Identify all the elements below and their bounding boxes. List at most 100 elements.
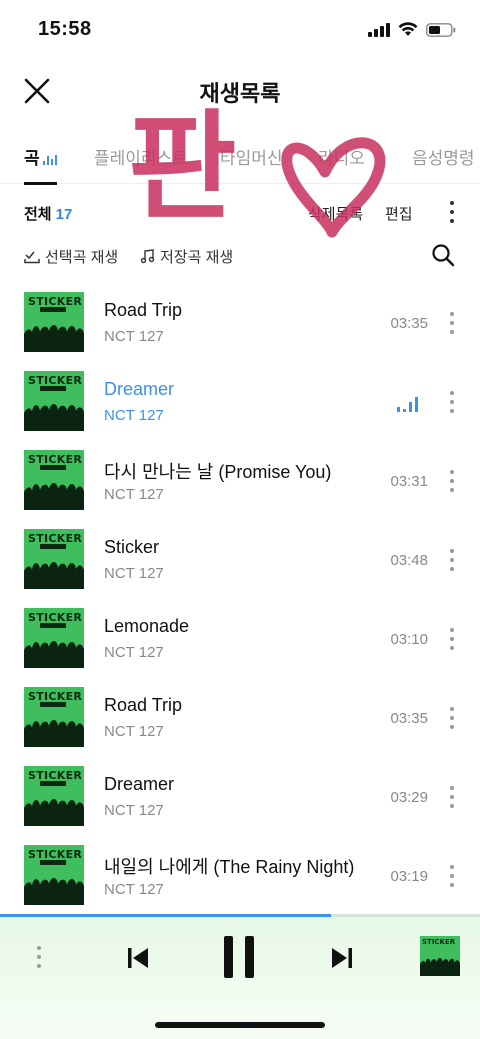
- cover-subtitle-bar: [40, 623, 66, 628]
- play-selected-button[interactable]: 선택곡 재생: [24, 246, 118, 267]
- tab-active-indicator: [24, 182, 57, 185]
- cover-crowd: [24, 325, 84, 352]
- song-row[interactable]: STICKER Road Trip NCT 127 03:35: [0, 288, 480, 367]
- song-artist: NCT 127: [104, 407, 164, 424]
- album-cover: STICKER: [24, 292, 84, 352]
- song-duration: 03:10: [390, 631, 428, 648]
- header: 재생목록: [0, 62, 480, 118]
- song-duration: 03:35: [390, 710, 428, 727]
- status-bar: 15:58: [0, 0, 480, 60]
- play-saved-button[interactable]: 저장곡 재생: [140, 246, 233, 267]
- total-count: 17: [55, 206, 73, 223]
- song-title: Road Trip: [104, 695, 183, 715]
- song-title: Dreamer: [104, 379, 175, 399]
- pause-icon[interactable]: [222, 936, 256, 978]
- cover-crowd: [24, 878, 84, 905]
- song-row[interactable]: STICKER 내일의 나에게 (The Rainy Night) NCT 127 0…: [0, 841, 480, 920]
- song-more-icon[interactable]: [449, 865, 455, 887]
- song-duration: 03:48: [390, 552, 428, 569]
- search-icon[interactable]: [430, 242, 456, 268]
- song-more-icon[interactable]: [449, 707, 455, 729]
- equalizer-icon: [42, 154, 57, 165]
- next-icon[interactable]: [330, 946, 354, 970]
- song-title: Dreamer: [104, 774, 175, 794]
- song-row[interactable]: STICKER Dreamer NCT 127: [0, 367, 480, 446]
- song-row[interactable]: STICKER Dreamer NCT 127 03:29: [0, 762, 480, 841]
- song-duration: 03:35: [390, 315, 428, 332]
- song-more-icon[interactable]: [449, 786, 455, 808]
- song-more-icon[interactable]: [449, 549, 455, 571]
- song-duration: 03:31: [390, 473, 428, 490]
- cover-subtitle-bar: [40, 781, 66, 786]
- song-duration: 03:19: [390, 868, 428, 885]
- tab-label: 플레이리스트: [94, 149, 188, 168]
- tab-label: 곡: [24, 149, 40, 168]
- check-download-icon: [24, 251, 40, 263]
- cover-crowd: [24, 562, 84, 589]
- album-cover: STICKER: [24, 608, 84, 668]
- cover-crowd: [24, 799, 84, 826]
- signal-icon: [368, 22, 390, 37]
- total-count-label: 전체 17: [24, 203, 72, 224]
- song-more-icon[interactable]: [449, 312, 455, 334]
- song-more-icon[interactable]: [449, 628, 455, 650]
- song-artist: NCT 127: [104, 644, 164, 661]
- tab-timemachine[interactable]: 타임머신: [220, 144, 283, 169]
- album-cover: STICKER: [24, 845, 84, 905]
- song-title: 내일의 나에게 (The Rainy Night): [104, 857, 355, 877]
- song-artist: NCT 127: [104, 723, 164, 740]
- home-indicator: [155, 1022, 325, 1028]
- album-cover: STICKER: [24, 687, 84, 747]
- tab-label: 음성명령: [412, 149, 475, 168]
- status-icons: [368, 22, 456, 37]
- tab-bar: 곡 플레이리스트 타임머신 라디오 음성명령: [0, 138, 480, 185]
- song-row[interactable]: STICKER 다시 만나는 날 (Promise You) NCT 127 03:3…: [0, 446, 480, 525]
- cover-crowd: [24, 641, 84, 668]
- tab-songs[interactable]: 곡: [24, 144, 57, 169]
- play-saved-label: 저장곡 재생: [160, 249, 234, 266]
- album-cover: STICKER: [24, 529, 84, 589]
- previous-icon[interactable]: [126, 946, 150, 970]
- song-artist: NCT 127: [104, 802, 164, 819]
- edit-button[interactable]: 편집: [385, 203, 413, 224]
- tab-playlist[interactable]: 플레이리스트: [94, 144, 188, 169]
- song-artist: NCT 127: [104, 881, 164, 898]
- song-title: Lemonade: [104, 616, 190, 636]
- more-icon[interactable]: [449, 201, 455, 223]
- song-title: Sticker: [104, 537, 160, 557]
- progress-bar[interactable]: [0, 914, 480, 917]
- album-cover: STICKER: [24, 371, 84, 431]
- play-actions: 선택곡 재생 저장곡 재생: [0, 242, 480, 272]
- song-row[interactable]: STICKER Lemonade NCT 127 03:10: [0, 604, 480, 683]
- delete-list-button[interactable]: 삭제목록: [308, 203, 363, 224]
- total-label-text: 전체: [24, 206, 52, 223]
- tab-label: 타임머신: [220, 149, 283, 168]
- cover-subtitle-bar: [40, 465, 66, 470]
- album-cover: STICKER: [24, 766, 84, 826]
- page-title: 재생목록: [199, 81, 281, 106]
- song-artist: NCT 127: [104, 565, 164, 582]
- song-row[interactable]: STICKER Road Trip NCT 127 03:35: [0, 683, 480, 762]
- song-more-icon[interactable]: [449, 470, 455, 492]
- battery-icon: [426, 22, 456, 37]
- status-time: 15:58: [38, 18, 92, 40]
- play-selected-label: 선택곡 재생: [45, 249, 119, 266]
- cover-crowd: [420, 958, 460, 976]
- music-note-icon: [140, 249, 155, 264]
- song-duration: 03:29: [390, 789, 428, 806]
- list-toolbar: 전체 17 삭제목록 편집: [0, 195, 480, 229]
- cover-crowd: [24, 483, 84, 510]
- wifi-icon: [398, 22, 418, 36]
- song-row[interactable]: STICKER Sticker NCT 127 03:48: [0, 525, 480, 604]
- song-title: 다시 만나는 날 (Promise You): [104, 462, 332, 482]
- song-more-icon[interactable]: [449, 391, 455, 413]
- equalizer-icon: [397, 396, 418, 412]
- tab-voice-command[interactable]: 음성명령: [412, 144, 475, 169]
- cover-text: STICKER: [422, 938, 456, 946]
- cover-subtitle-bar: [40, 386, 66, 391]
- tab-radio[interactable]: 라디오: [318, 144, 365, 169]
- player-more-icon[interactable]: [36, 946, 42, 968]
- now-playing-cover[interactable]: STICKER: [420, 936, 460, 976]
- cover-crowd: [24, 720, 84, 747]
- progress-fill: [0, 914, 332, 917]
